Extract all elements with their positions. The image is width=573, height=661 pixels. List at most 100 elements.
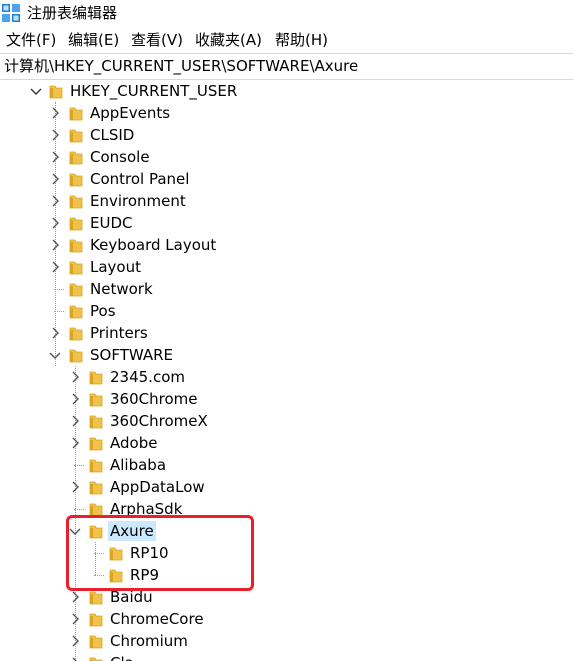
folder-icon <box>89 635 103 649</box>
tree-label[interactable]: Pos <box>88 301 118 321</box>
tree-label[interactable]: Network <box>88 279 155 299</box>
window-title: 注册表编辑器 <box>27 4 118 22</box>
folder-icon <box>69 327 83 341</box>
tree-label[interactable]: Keyboard Layout <box>88 235 218 255</box>
menu-help[interactable]: 帮助(H) <box>275 30 328 50</box>
tree-label[interactable]: 2345.com <box>108 367 187 387</box>
folder-icon <box>89 393 103 407</box>
tree-label[interactable]: 360ChromeX <box>108 411 210 431</box>
tree-label[interactable]: Chromium <box>108 631 190 651</box>
tree-node-keyboard-layout[interactable]: Keyboard Layout <box>0 234 573 256</box>
tree-label[interactable]: AppEvents <box>88 103 172 123</box>
folder-icon <box>89 613 103 627</box>
tree-guide-line <box>74 465 84 466</box>
menu-bar: 文件(F) 编辑(E) 查看(V) 收藏夹(A) 帮助(H) <box>0 28 573 52</box>
address-path[interactable]: 计算机\HKEY_CURRENT_USER\SOFTWARE\Axure <box>4 57 358 75</box>
tree-node-appdatalow[interactable]: AppDataLow <box>0 476 573 498</box>
folder-icon <box>89 371 103 385</box>
folder-icon <box>49 85 63 99</box>
tree-node-control-panel[interactable]: Control Panel <box>0 168 573 190</box>
folder-icon <box>69 151 83 165</box>
tree-guide-line <box>54 311 64 312</box>
folder-icon <box>69 305 83 319</box>
folder-icon <box>69 107 83 121</box>
tree-label[interactable]: Cla <box>108 653 136 661</box>
title-bar: 注册表编辑器 <box>0 0 573 26</box>
chevron-down-icon[interactable] <box>28 83 44 99</box>
tree-label[interactable]: 360Chrome <box>108 389 199 409</box>
chevron-right-icon[interactable] <box>67 633 83 649</box>
chevron-right-icon[interactable] <box>67 413 83 429</box>
tree-node-printers[interactable]: Printers <box>0 322 573 344</box>
menu-view[interactable]: 查看(V) <box>131 30 183 50</box>
chevron-right-icon[interactable] <box>47 105 63 121</box>
tree-label[interactable]: ChromeCore <box>108 609 206 629</box>
address-bar[interactable]: 计算机\HKEY_CURRENT_USER\SOFTWARE\Axure <box>0 53 573 80</box>
folder-icon <box>69 173 83 187</box>
chevron-right-icon[interactable] <box>47 259 63 275</box>
chevron-right-icon[interactable] <box>67 479 83 495</box>
chevron-down-icon[interactable] <box>47 347 63 363</box>
chevron-right-icon[interactable] <box>67 435 83 451</box>
chevron-right-icon[interactable] <box>47 149 63 165</box>
tree-label[interactable]: Printers <box>88 323 150 343</box>
tree-label[interactable]: HKEY_CURRENT_USER <box>68 81 239 101</box>
chevron-right-icon[interactable] <box>67 655 83 661</box>
annotation-highlight-box <box>66 515 254 591</box>
tree-node-hkey-current-user[interactable]: HKEY_CURRENT_USER <box>0 80 573 102</box>
menu-file[interactable]: 文件(F) <box>6 30 56 50</box>
tree-node-software[interactable]: SOFTWARE <box>0 344 573 366</box>
tree-label[interactable]: Layout <box>88 257 143 277</box>
tree-label[interactable]: SOFTWARE <box>88 345 175 365</box>
folder-icon <box>69 239 83 253</box>
tree-node-360chrome[interactable]: 360Chrome <box>0 388 573 410</box>
tree-label[interactable]: Alibaba <box>108 455 168 475</box>
chevron-right-icon[interactable] <box>67 589 83 605</box>
chevron-right-icon[interactable] <box>47 193 63 209</box>
tree-node-cla[interactable]: Cla <box>0 652 573 661</box>
tree-node-adobe[interactable]: Adobe <box>0 432 573 454</box>
tree-node-pos[interactable]: Pos <box>0 300 573 322</box>
tree-node-chromium[interactable]: Chromium <box>0 630 573 652</box>
menu-favorites[interactable]: 收藏夹(A) <box>195 30 262 50</box>
chevron-right-icon[interactable] <box>47 215 63 231</box>
tree-label[interactable]: CLSID <box>88 125 136 145</box>
tree-node-console[interactable]: Console <box>0 146 573 168</box>
tree-node-2345-com[interactable]: 2345.com <box>0 366 573 388</box>
tree-node-appevents[interactable]: AppEvents <box>0 102 573 124</box>
folder-icon <box>69 195 83 209</box>
registry-editor-icon <box>2 4 20 22</box>
tree-label[interactable]: Control Panel <box>88 169 191 189</box>
folder-icon <box>69 261 83 275</box>
chevron-right-icon[interactable] <box>47 127 63 143</box>
tree-label[interactable]: AppDataLow <box>108 477 207 497</box>
tree-node-alibaba[interactable]: Alibaba <box>0 454 573 476</box>
chevron-right-icon[interactable] <box>47 237 63 253</box>
folder-icon <box>89 459 103 473</box>
chevron-right-icon[interactable] <box>47 325 63 341</box>
tree-label[interactable]: Environment <box>88 191 188 211</box>
folder-icon <box>69 349 83 363</box>
tree-guide-line <box>74 509 84 510</box>
folder-icon <box>89 481 103 495</box>
tree-node-environment[interactable]: Environment <box>0 190 573 212</box>
tree-label[interactable]: Adobe <box>108 433 159 453</box>
folder-icon <box>69 283 83 297</box>
chevron-right-icon[interactable] <box>47 171 63 187</box>
folder-icon <box>89 437 103 451</box>
tree-node-eudc[interactable]: EUDC <box>0 212 573 234</box>
chevron-right-icon[interactable] <box>67 611 83 627</box>
tree-node-360chromex[interactable]: 360ChromeX <box>0 410 573 432</box>
tree-label[interactable]: EUDC <box>88 213 134 233</box>
tree-label[interactable]: Console <box>88 147 152 167</box>
menu-edit[interactable]: 编辑(E) <box>68 30 119 50</box>
folder-icon <box>89 591 103 605</box>
tree-node-layout[interactable]: Layout <box>0 256 573 278</box>
chevron-right-icon[interactable] <box>67 391 83 407</box>
chevron-right-icon[interactable] <box>67 369 83 385</box>
tree-node-clsid[interactable]: CLSID <box>0 124 573 146</box>
tree-node-network[interactable]: Network <box>0 278 573 300</box>
tree-guide-line <box>54 289 64 290</box>
folder-icon <box>69 217 83 231</box>
tree-node-chromecore[interactable]: ChromeCore <box>0 608 573 630</box>
